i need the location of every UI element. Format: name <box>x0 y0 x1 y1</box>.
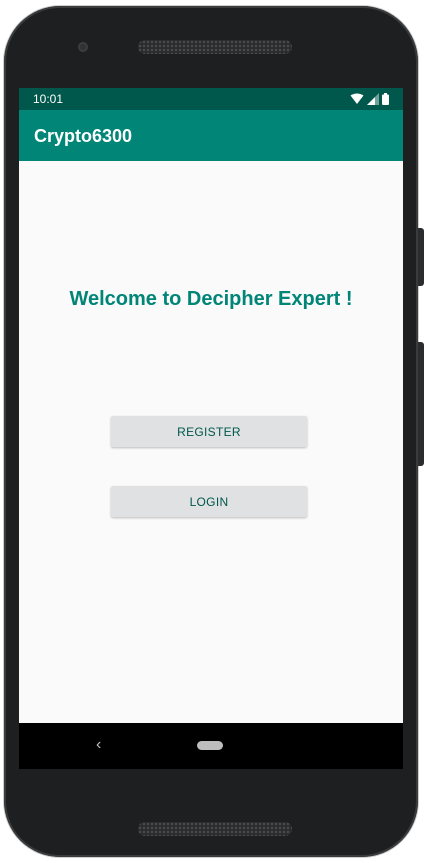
app-bar: Crypto6300 <box>19 110 403 161</box>
status-icons <box>350 92 389 106</box>
status-time: 10:01 <box>33 92 64 106</box>
battery-icon <box>382 93 389 105</box>
power-button[interactable] <box>418 228 424 286</box>
navigation-bar: ‹ <box>19 723 403 769</box>
wifi-icon <box>350 93 364 104</box>
status-bar: 10:01 <box>19 88 403 110</box>
welcome-heading: Welcome to Decipher Expert ! <box>69 288 353 310</box>
back-icon[interactable]: ‹ <box>96 736 101 754</box>
volume-button[interactable] <box>418 342 424 466</box>
app-title: Crypto6300 <box>34 126 133 146</box>
register-button[interactable]: REGISTER <box>111 416 307 447</box>
top-speaker <box>138 40 292 54</box>
signal-icon <box>367 93 379 105</box>
home-icon[interactable] <box>197 741 223 750</box>
login-button[interactable]: LOGIN <box>111 486 307 517</box>
bottom-speaker <box>138 822 292 836</box>
screen: 10:01 Crypto6300 Welcome to Decipher Exp… <box>19 88 403 769</box>
front-camera <box>78 42 88 52</box>
